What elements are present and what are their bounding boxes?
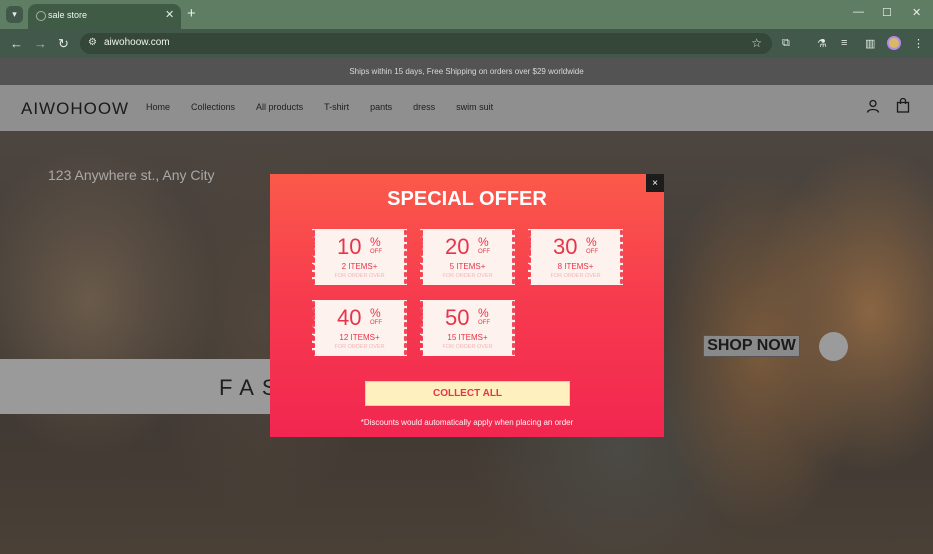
coupon-condition: FOR ORDER OVER <box>442 273 493 279</box>
coupon-off-label: OFF <box>370 249 382 255</box>
profile-avatar[interactable] <box>887 36 901 50</box>
coupon-items: 8 ITEMS+ <box>557 262 594 271</box>
coupon-percent: 50 <box>445 305 470 330</box>
nav-collections[interactable]: Collections <box>191 102 235 112</box>
coupon-condition: FOR ORDER OVER <box>334 273 385 279</box>
site-info-icon[interactable]: ⚙ <box>88 37 97 48</box>
nav-all-products[interactable]: All products <box>256 102 303 112</box>
tab-search-button[interactable]: ▾ <box>6 6 23 23</box>
reload-icon[interactable]: ↻ <box>58 36 69 52</box>
coupon-percent-symbol: % <box>586 235 597 249</box>
store-logo[interactable]: AIWOHOOW <box>21 99 129 119</box>
new-tab-icon[interactable]: + <box>187 5 196 22</box>
coupon-items: 5 ITEMS+ <box>449 262 486 271</box>
discount-note: *Discounts would automatically apply whe… <box>360 418 574 427</box>
coupon-items: 2 ITEMS+ <box>341 262 378 271</box>
account-icon[interactable] <box>866 99 880 113</box>
coupon-items: 15 ITEMS+ <box>447 333 488 342</box>
url-text[interactable]: aiwohoow.com <box>104 37 170 48</box>
modal-title: SPECIAL OFFER <box>387 188 547 210</box>
maximize-icon[interactable]: ☐ <box>882 6 892 19</box>
collect-all-button[interactable]: COLLECT ALL <box>365 381 570 406</box>
coupon-off-label: OFF <box>478 320 490 326</box>
nav-pants[interactable]: pants <box>370 102 392 112</box>
browser-tab[interactable]: sale store ✕ <box>28 4 181 29</box>
nav-t-shirt[interactable]: T-shirt <box>324 102 349 112</box>
coupon-condition: FOR ORDER OVER <box>334 344 385 350</box>
address-bar[interactable]: ⚙ aiwohoow.com ☆ <box>80 33 772 54</box>
store-address: 123 Anywhere st., Any City <box>48 167 215 183</box>
window-close-icon[interactable]: ✕ <box>912 6 921 19</box>
coupon-percent-symbol: % <box>370 306 381 320</box>
coupon-off-label: OFF <box>586 249 598 255</box>
coupon-card[interactable]: 30 % OFF 8 ITEMS+ FOR ORDER OVER <box>528 229 623 285</box>
coupon-percent-symbol: % <box>478 235 489 249</box>
browser-tab-bar: ▾ sale store ✕ + — ☐ ✕ <box>0 0 933 29</box>
coupon-condition: FOR ORDER OVER <box>442 344 493 350</box>
cart-bag-icon[interactable] <box>896 98 910 113</box>
coupon-percent-symbol: % <box>478 306 489 320</box>
nav-dress[interactable]: dress <box>413 102 435 112</box>
minimize-icon[interactable]: — <box>853 6 864 18</box>
coupon-items: 12 ITEMS+ <box>339 333 380 342</box>
coupon-percent-symbol: % <box>370 235 381 249</box>
side-panel-icon[interactable]: ▥ <box>865 37 875 50</box>
tab-close-icon[interactable]: ✕ <box>165 8 174 21</box>
tab-title: sale store <box>48 10 88 20</box>
coupon-percent: 10 <box>337 234 362 259</box>
announcement-bar: Ships within 15 days, Free Shipping on o… <box>0 58 933 85</box>
coupon-card[interactable]: 40 % OFF 12 ITEMS+ FOR ORDER OVER <box>312 300 407 356</box>
media-controls-icon[interactable]: ≡ <box>841 37 847 49</box>
coupon-off-label: OFF <box>370 320 382 326</box>
browser-toolbar: ← → ↻ ⚙ aiwohoow.com ☆ ⧉ ⚗ ≡ ▥ ⋮ <box>0 29 933 58</box>
favicon-icon <box>36 11 46 21</box>
close-icon[interactable]: × <box>646 174 664 192</box>
coupon-percent: 20 <box>445 234 470 259</box>
browser-menu-icon[interactable]: ⋮ <box>913 37 924 50</box>
coupon-condition: FOR ORDER OVER <box>550 273 601 279</box>
coupon-card[interactable]: 50 % OFF 15 ITEMS+ FOR ORDER OVER <box>420 300 515 356</box>
coupon-percent: 40 <box>337 305 362 330</box>
main-nav: Home Collections All products T-shirt pa… <box>146 102 514 112</box>
site-header: AIWOHOOW Home Collections All products T… <box>0 85 933 131</box>
coupon-card[interactable]: 10 % OFF 2 ITEMS+ FOR ORDER OVER <box>312 229 407 285</box>
carousel-dot[interactable] <box>819 332 848 361</box>
labs-flask-icon[interactable]: ⚗ <box>817 37 827 50</box>
chevron-down-icon: ▾ <box>12 9 17 19</box>
shop-now-button[interactable]: SHOP NOW <box>703 335 800 357</box>
coupon-off-label: OFF <box>478 249 490 255</box>
forward-icon[interactable]: → <box>34 36 47 51</box>
bookmark-star-icon[interactable]: ☆ <box>751 36 762 50</box>
special-offer-modal: SPECIAL OFFER 10 % OFF 2 ITEMS+ FOR ORDE… <box>270 174 664 437</box>
coupon-percent: 30 <box>553 234 578 259</box>
nav-swim-suit[interactable]: swim suit <box>456 102 493 112</box>
nav-home[interactable]: Home <box>146 102 170 112</box>
extensions-icon[interactable]: ⧉ <box>782 37 790 50</box>
back-icon[interactable]: ← <box>10 36 23 51</box>
coupon-card[interactable]: 20 % OFF 5 ITEMS+ FOR ORDER OVER <box>420 229 515 285</box>
